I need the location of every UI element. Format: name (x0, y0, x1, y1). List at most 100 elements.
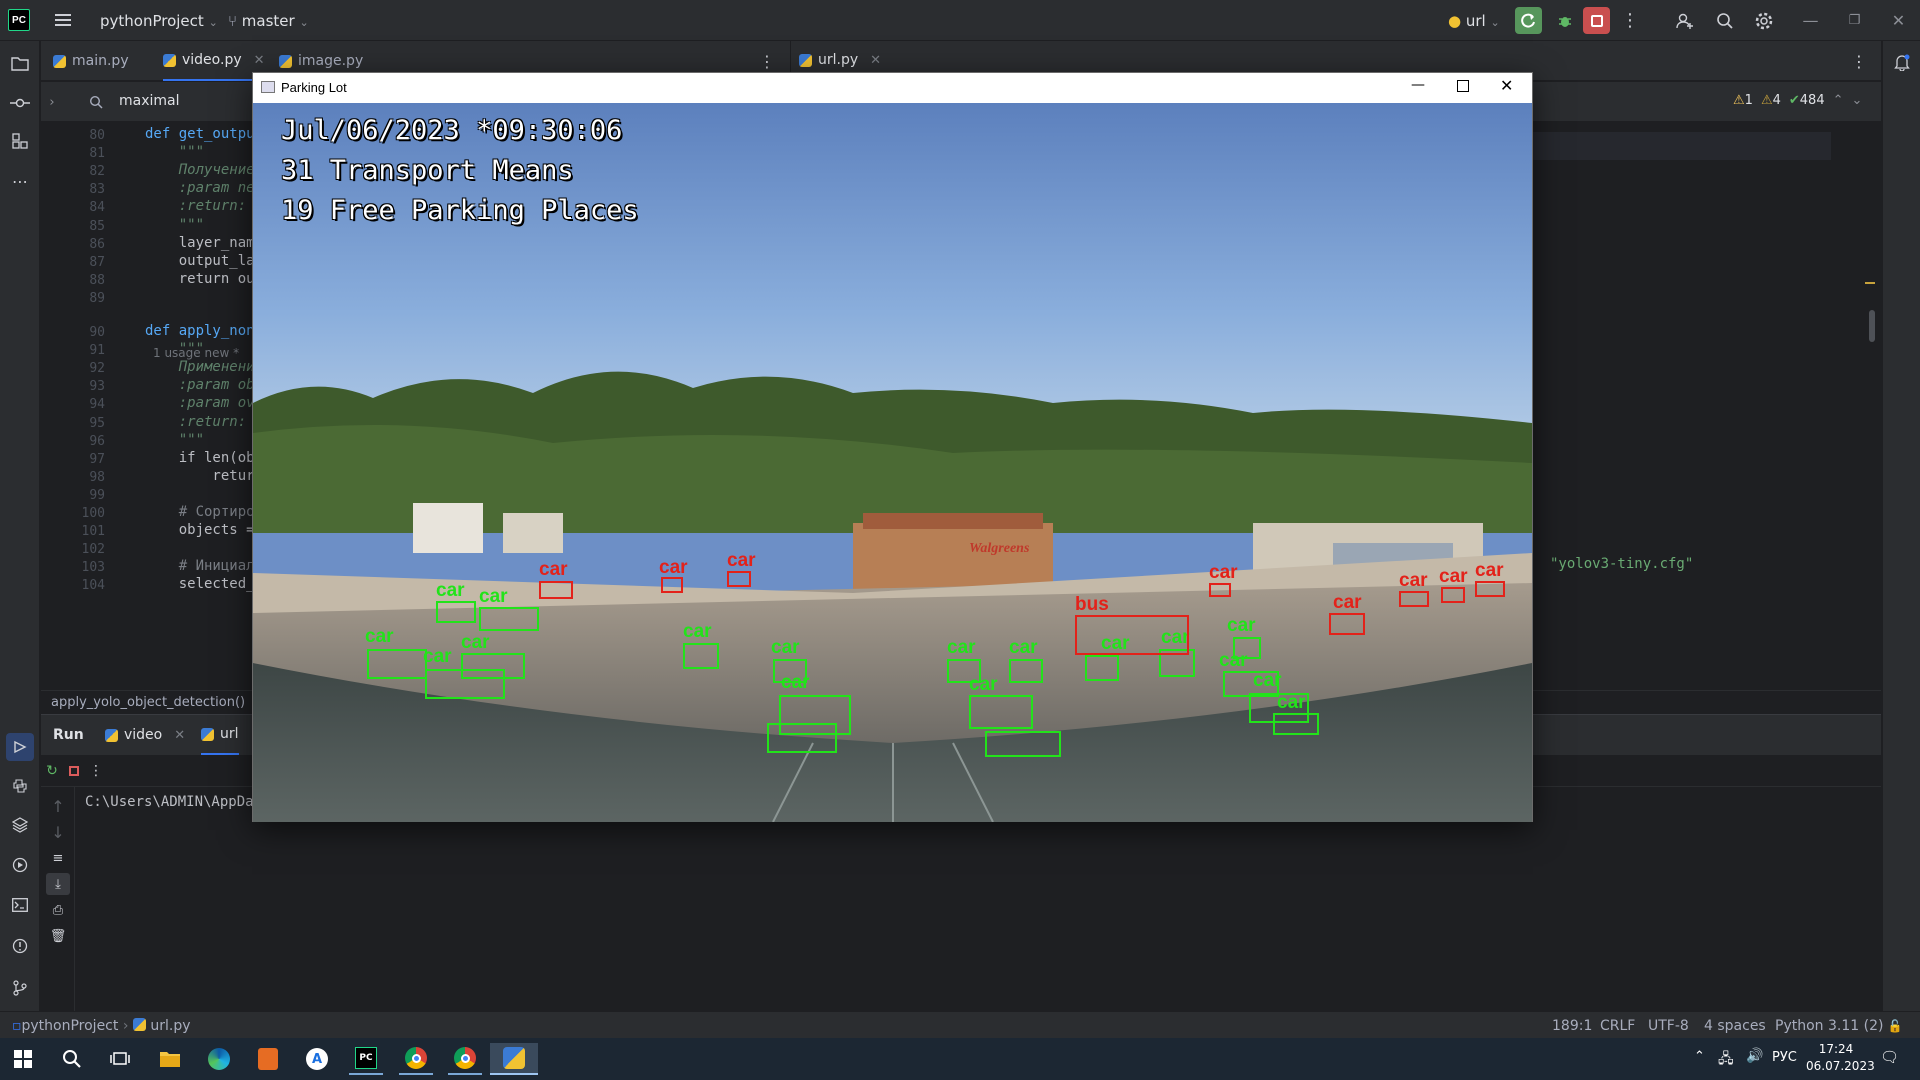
code-vision-hint[interactable]: 1 usage new * (153, 346, 239, 360)
expand-chevron-icon[interactable]: › (43, 92, 61, 112)
close-icon[interactable]: ✕ (1886, 8, 1911, 33)
python-app-taskbar-icon[interactable] (490, 1043, 538, 1075)
chevron-down-icon: ⌄ (1490, 16, 1500, 29)
close-tab-icon[interactable]: ✕ (174, 728, 185, 743)
left-tool-window-bar: ⋯ (0, 41, 40, 1011)
line-number: 87 (89, 254, 105, 270)
detection-box (436, 601, 476, 623)
input-language[interactable]: РУС (1772, 1050, 1797, 1065)
run-tool-icon[interactable] (6, 733, 34, 761)
edge-browser-icon[interactable] (202, 1043, 236, 1075)
chrome-icon[interactable] (399, 1043, 433, 1075)
add-user-icon[interactable] (1672, 8, 1697, 33)
more-tools-icon[interactable]: ⋯ (8, 169, 32, 193)
close-tab-icon[interactable]: ✕ (254, 53, 265, 68)
caret-position[interactable]: 189:1 (1552, 1018, 1592, 1034)
clear-trash-icon[interactable]: 🗑 (48, 927, 68, 945)
windows-start-icon[interactable] (6, 1043, 40, 1075)
search-icon[interactable] (55, 1043, 89, 1075)
console-output[interactable]: C:\Users\ADMIN\AppDat (85, 794, 262, 810)
more-actions-icon[interactable]: ⋮ (1620, 8, 1640, 33)
detection-box (1009, 659, 1043, 683)
problems-icon[interactable] (8, 934, 32, 958)
python-console-icon[interactable] (8, 774, 32, 798)
window-app-icon (261, 81, 275, 93)
tab-options-icon[interactable]: ⋮ (759, 51, 775, 71)
ok-count: ✔484 (1788, 93, 1825, 108)
pycharm-logo-icon[interactable]: PC (8, 9, 30, 31)
main-menu-icon[interactable] (52, 10, 74, 30)
soft-wrap-icon[interactable]: ≡ (48, 849, 68, 867)
detection-label: car (479, 586, 508, 607)
run-tab-url[interactable]: url (201, 715, 239, 755)
rerun-icon[interactable]: ↻ (43, 762, 61, 780)
rerun-button[interactable] (1515, 7, 1542, 34)
run-tab-video[interactable]: video ✕ (105, 715, 185, 755)
git-icon[interactable] (8, 976, 32, 1000)
notifications-bell-icon[interactable] (1890, 50, 1914, 74)
action-center-icon[interactable]: 🗨 (1880, 1048, 1899, 1066)
tab-options-icon[interactable]: ⋮ (1851, 51, 1867, 71)
clock[interactable]: 17:24 06.07.2023 (1806, 1041, 1875, 1075)
detection-label: car (539, 559, 568, 580)
prev-highlight-icon[interactable]: ⌃ (1833, 93, 1844, 108)
python-packages-icon[interactable] (8, 813, 32, 837)
show-hidden-icons-icon[interactable]: ⌃ (1694, 1049, 1705, 1064)
project-folder-icon[interactable] (8, 51, 32, 75)
close-icon[interactable]: ✕ (1500, 76, 1513, 95)
detection-label: car (771, 637, 800, 658)
terminal-icon[interactable] (8, 893, 32, 917)
branch-selector[interactable]: ⑂ master ⌄ (228, 12, 309, 30)
restore-icon[interactable]: ❐ (1842, 8, 1867, 33)
status-breadcrumb[interactable]: ▫pythonProject › url.py (12, 1018, 190, 1034)
scroll-to-end-icon[interactable]: ⤓ (46, 873, 70, 895)
tab-main-py[interactable]: main.py (53, 41, 129, 81)
status-file: url.py (150, 1018, 191, 1034)
sublime-text-icon[interactable] (251, 1043, 285, 1075)
line-number: 97 (89, 451, 105, 467)
interpreter-selector[interactable]: Python 3.11 (2) (1775, 1018, 1883, 1034)
minimize-icon[interactable]: — (1411, 77, 1425, 93)
find-input[interactable]: maximal (119, 93, 180, 109)
volume-icon[interactable]: 🔊 (1746, 1048, 1763, 1064)
more-run-actions-icon[interactable]: ⋮ (89, 762, 103, 780)
settings-gear-icon[interactable] (1751, 8, 1776, 33)
indent-setting[interactable]: 4 spaces (1704, 1018, 1766, 1034)
file-encoding[interactable]: UTF-8 (1648, 1018, 1689, 1034)
minimize-icon[interactable]: — (1798, 8, 1823, 33)
project-selector[interactable]: pythonProject ⌄ (100, 12, 218, 30)
close-tab-icon[interactable]: ✕ (870, 53, 881, 68)
tab-video-py[interactable]: video.py ✕ (163, 41, 265, 81)
line-separator[interactable]: CRLF (1600, 1018, 1635, 1034)
scroll-down-icon[interactable]: ↓ (48, 823, 68, 842)
detection-label: car (1277, 692, 1306, 713)
app-store-icon[interactable]: A (300, 1043, 334, 1075)
stop-icon[interactable] (65, 762, 83, 780)
commit-icon[interactable] (8, 91, 32, 115)
window-title-bar[interactable]: Parking Lot — ✕ (253, 73, 1532, 103)
chrome-icon[interactable] (448, 1043, 482, 1075)
lock-icon[interactable]: 🔓 (1886, 1017, 1904, 1035)
file-explorer-icon[interactable] (153, 1043, 187, 1075)
services-icon[interactable] (8, 853, 32, 877)
task-view-icon[interactable] (103, 1043, 137, 1075)
pycharm-taskbar-icon[interactable]: PC (349, 1043, 383, 1075)
python-icon: ● (1448, 12, 1462, 30)
stop-button[interactable] (1583, 7, 1610, 34)
print-icon[interactable]: ⎙ (48, 901, 68, 919)
video-frame: Jul/06/2023 *09:30:06 31 Transport Means… (253, 103, 1532, 822)
maximize-icon[interactable] (1457, 80, 1469, 92)
run-config-selector[interactable]: ● url ⌄ (1448, 12, 1500, 30)
network-icon[interactable]: 🖧 (1718, 1048, 1734, 1072)
scroll-up-icon[interactable]: ↑ (48, 797, 68, 816)
parking-lot-window[interactable]: Parking Lot — ✕ Jul/06/2023 *09:30:06 31… (252, 72, 1533, 822)
detection-label: bus (1075, 594, 1109, 615)
inspection-widget[interactable]: ⚠1 ⚠4 ✔484 ⌃ ⌄ (1733, 93, 1862, 108)
search-icon[interactable] (1712, 8, 1737, 33)
line-number: 101 (81, 524, 105, 540)
python-file-icon (105, 728, 118, 742)
next-highlight-icon[interactable]: ⌄ (1852, 93, 1863, 108)
structure-icon[interactable] (8, 129, 32, 153)
editor-scrollbar[interactable] (1869, 310, 1875, 342)
debug-icon[interactable] (1552, 8, 1577, 33)
